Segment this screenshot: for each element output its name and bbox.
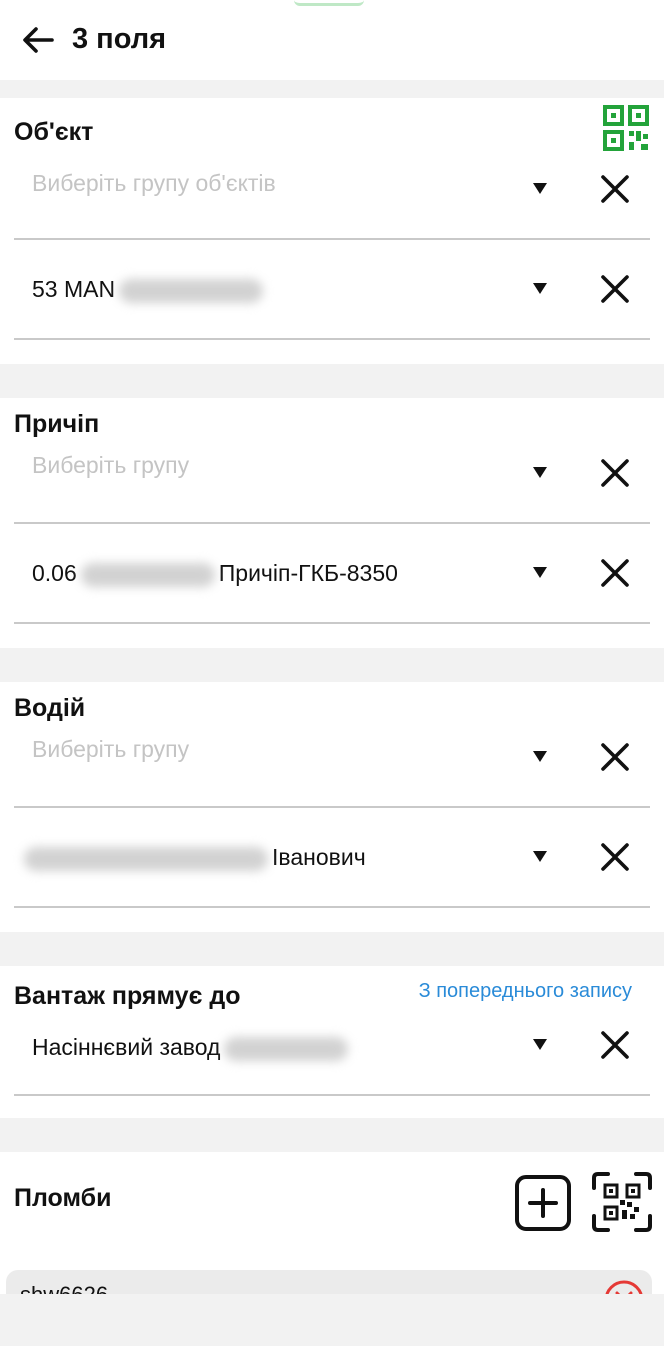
redacted-text <box>24 846 268 871</box>
driver-group-placeholder: Виберіть групу <box>32 736 190 762</box>
qr-scan-icon[interactable] <box>590 1170 654 1234</box>
chevron-down-icon[interactable] <box>530 462 550 482</box>
close-icon[interactable] <box>598 556 632 590</box>
page-title: 3 поля <box>72 23 167 55</box>
add-seal-button[interactable] <box>514 1174 572 1232</box>
object-value: 53 MAN <box>32 274 267 304</box>
chevron-down-icon[interactable] <box>530 278 550 298</box>
redacted-text <box>224 1036 349 1061</box>
object-group-placeholder: Виберіть групу об'єктів <box>32 170 276 196</box>
trailer-group-placeholder: Виберіть групу <box>32 452 190 478</box>
chevron-down-icon[interactable] <box>530 178 550 198</box>
driver-section: Водій Виберіть групу Іванович <box>0 682 664 932</box>
seals-label: Пломби <box>14 1184 112 1212</box>
trailer-section: Причіп Виберіть групу 0.06 Причіп-ГКБ-835… <box>0 398 664 648</box>
app-header: 3 поля <box>0 0 664 80</box>
chevron-down-icon[interactable] <box>530 1034 550 1054</box>
close-icon[interactable] <box>598 1028 632 1062</box>
driver-value: Іванович <box>20 842 366 872</box>
destination-value: Насіннєвий завод <box>32 1032 352 1062</box>
driver-select[interactable]: Іванович <box>14 808 650 908</box>
object-select[interactable]: 53 MAN <box>14 240 650 340</box>
status-indicator <box>294 0 364 6</box>
object-value-text: 53 MAN <box>32 276 116 302</box>
chevron-down-icon[interactable] <box>530 746 550 766</box>
trailer-value-prefix: 0.06 <box>32 560 77 586</box>
trailer-select[interactable]: 0.06 Причіп-ГКБ-8350 <box>14 524 650 624</box>
destination-value-text: Насіннєвий завод <box>32 1034 221 1060</box>
object-group-select[interactable]: Виберіть групу об'єктів <box>14 140 650 240</box>
qr-code-icon[interactable] <box>602 104 650 152</box>
bottom-bar <box>0 1294 664 1346</box>
object-section: Об'єкт Виберіть групу об'єктів 53 MAN <box>0 98 664 364</box>
redacted-text <box>80 562 215 587</box>
destination-select[interactable]: Насіннєвий завод <box>14 996 650 1096</box>
destination-section: Вантаж прямує до З попереднього запису Н… <box>0 966 664 1118</box>
close-icon[interactable] <box>598 740 632 774</box>
close-icon[interactable] <box>598 840 632 874</box>
trailer-value-suffix: Причіп-ГКБ-8350 <box>218 560 398 586</box>
close-icon[interactable] <box>598 172 632 206</box>
chevron-down-icon[interactable] <box>530 562 550 582</box>
chevron-down-icon[interactable] <box>530 846 550 866</box>
close-icon[interactable] <box>598 272 632 306</box>
close-icon[interactable] <box>598 456 632 490</box>
arrow-left-icon[interactable] <box>18 20 58 60</box>
driver-group-select[interactable]: Виберіть групу <box>14 708 650 808</box>
trailer-value: 0.06 Причіп-ГКБ-8350 <box>32 558 398 588</box>
driver-value-suffix: Іванович <box>272 844 366 870</box>
trailer-group-select[interactable]: Виберіть групу <box>14 424 650 524</box>
redacted-text <box>119 278 264 303</box>
